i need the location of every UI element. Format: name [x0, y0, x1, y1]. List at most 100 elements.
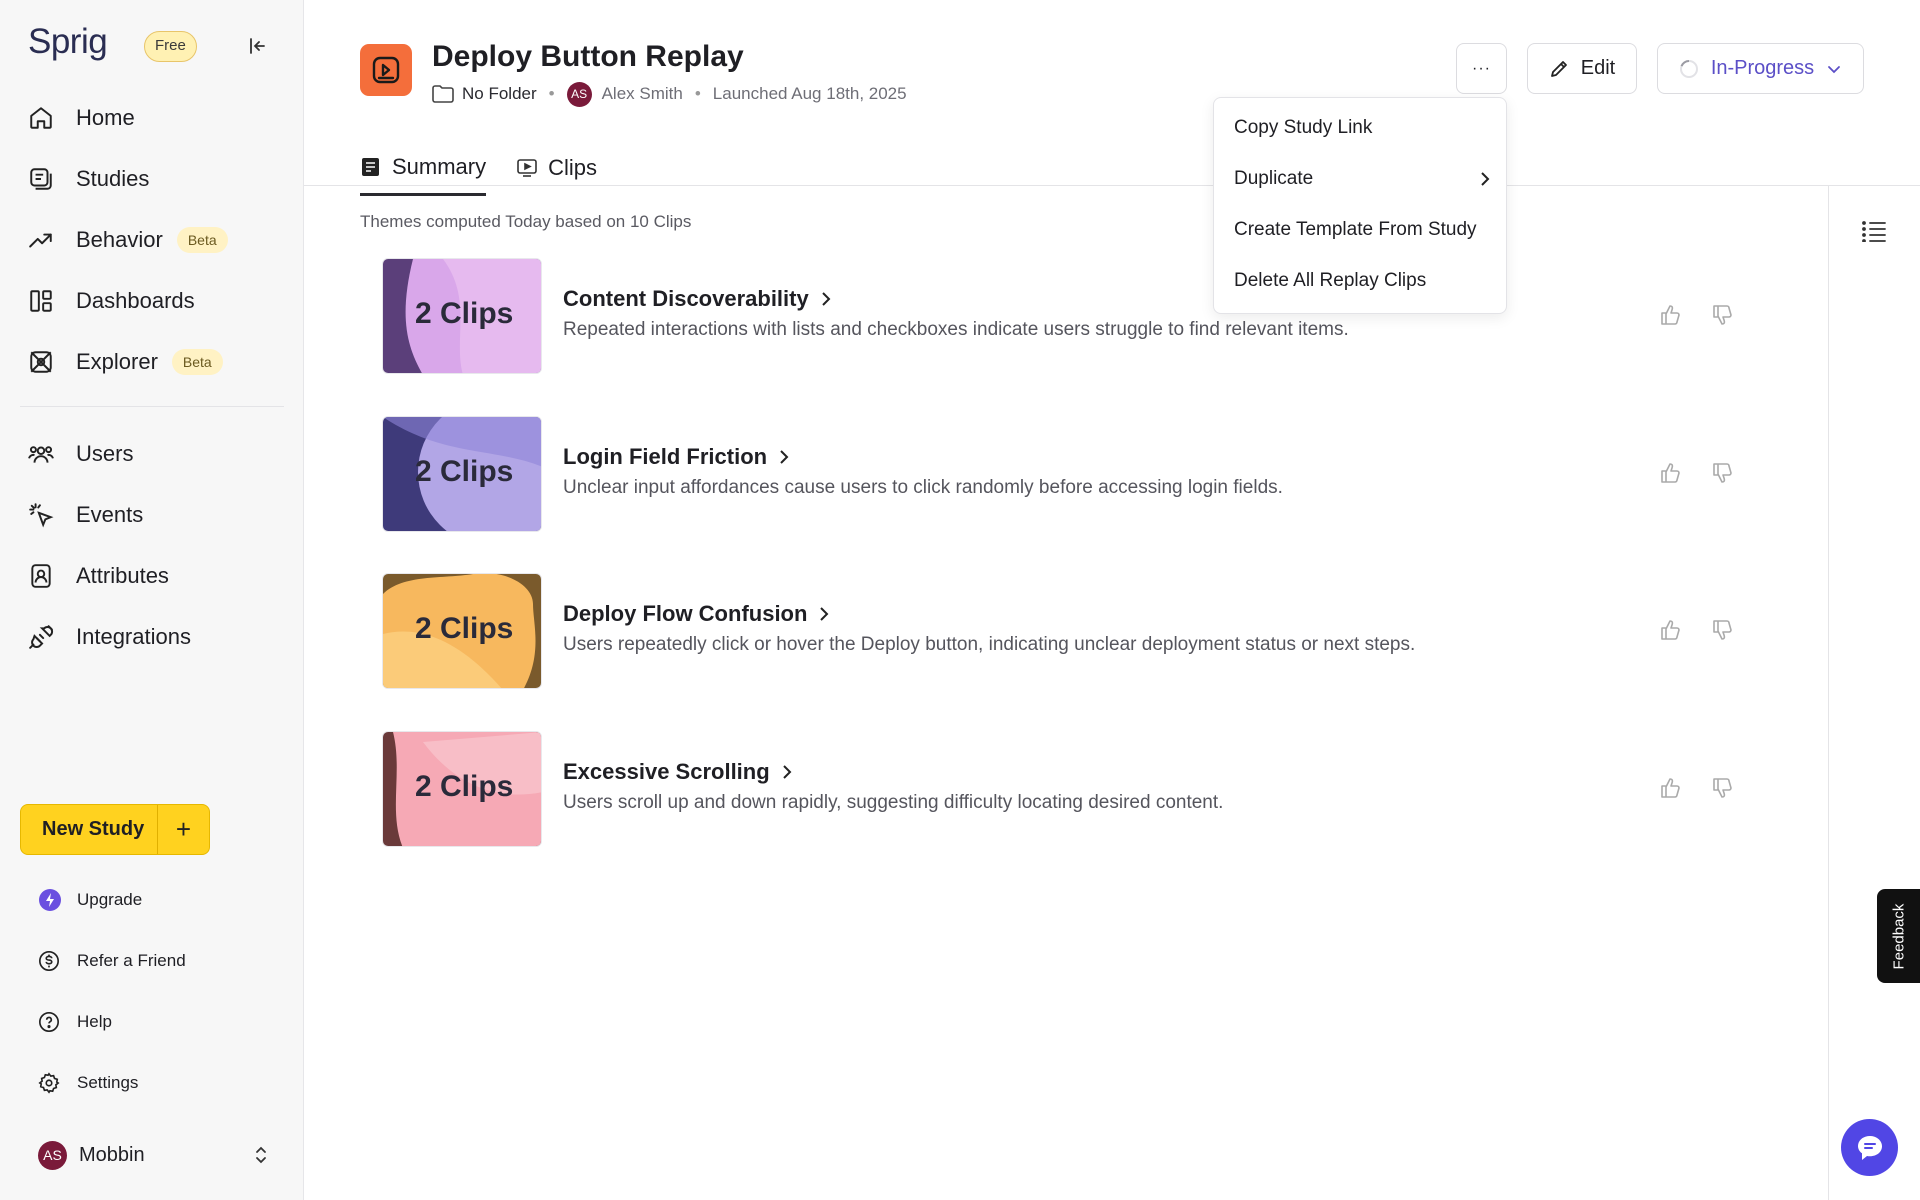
feedback-label: Feedback — [1890, 903, 1907, 969]
sidebar-item-label: Upgrade — [77, 890, 143, 909]
avatar: AS — [38, 1140, 67, 1170]
sidebar-item-settings[interactable]: Settings — [38, 1065, 138, 1101]
rating-controls — [1660, 462, 1734, 484]
clips-count: 2 Clips — [415, 455, 514, 488]
theme-card[interactable]: 2 Clips Content Discoverability Repeated… — [382, 258, 1762, 374]
replay-study-icon — [360, 44, 412, 96]
folder-link[interactable]: No Folder — [432, 84, 537, 104]
loading-spinner-icon — [1679, 59, 1699, 79]
clips-thumbnail[interactable]: 2 Clips — [382, 258, 542, 374]
theme-description: Users repeatedly click or hover the Depl… — [563, 634, 1416, 655]
sidebar-item-label: Users — [76, 441, 134, 466]
theme-title[interactable]: Login Field Friction — [563, 444, 789, 470]
list-outline-icon[interactable] — [1862, 220, 1886, 242]
sidebar-item-help[interactable]: Help — [38, 1004, 112, 1040]
menu-item-create-template[interactable]: Create Template From Study — [1234, 210, 1490, 250]
theme-card[interactable]: 2 Clips Excessive Scrolling Users scroll… — [382, 731, 1762, 847]
sidebar-item-label: Integrations — [76, 624, 191, 649]
account-name: Mobbin — [79, 1143, 145, 1166]
tab-bar: Summary Clips — [360, 140, 627, 196]
dollar-icon — [38, 950, 77, 972]
sidebar-item-label: Refer a Friend — [77, 951, 186, 970]
plan-badge: Free — [144, 31, 197, 62]
sidebar-item-label: Help — [77, 1012, 112, 1031]
sidebar-item-label: Studies — [76, 166, 150, 191]
sidebar: Sprig Free Home Studies Behavior Beta Da… — [0, 0, 304, 1200]
edit-button[interactable]: Edit — [1527, 43, 1637, 94]
chevron-right-icon — [1480, 171, 1490, 187]
chat-bubble-icon — [1857, 1135, 1882, 1160]
theme-title-text: Content Discoverability — [563, 286, 809, 311]
tab-label: Clips — [548, 155, 598, 180]
sprig-logo[interactable]: Sprig — [28, 22, 108, 62]
tab-clips[interactable]: Clips — [516, 140, 597, 196]
sidebar-item-users[interactable]: Users — [28, 430, 133, 478]
sidebar-item-label: Events — [76, 502, 144, 527]
chevron-right-icon — [820, 607, 829, 621]
sidebar-item-upgrade[interactable]: Upgrade — [38, 882, 142, 918]
sidebar-item-integrations[interactable]: Integrations — [28, 613, 191, 661]
chevron-right-icon — [782, 765, 792, 779]
sidebar-item-dashboards[interactable]: Dashboards — [28, 277, 195, 325]
gear-icon — [38, 1072, 77, 1094]
users-icon — [28, 441, 76, 467]
theme-title[interactable]: Content Discoverability — [563, 286, 831, 312]
thumbs-down-icon[interactable] — [1712, 462, 1734, 484]
sidebar-item-explorer[interactable]: Explorer Beta — [28, 338, 223, 386]
thumbs-up-icon[interactable] — [1660, 304, 1682, 326]
theme-description: Users scroll up and down rapidly, sugges… — [563, 792, 1224, 813]
more-options-menu: Copy Study Link Duplicate Create Templat… — [1213, 97, 1507, 314]
theme-card[interactable]: 2 Clips Deploy Flow Confusion Users repe… — [382, 573, 1762, 689]
video-play-icon — [516, 157, 538, 179]
new-study-button[interactable]: New Study + — [20, 804, 210, 855]
more-options-button[interactable]: ··· — [1456, 43, 1507, 94]
sidebar-item-label: Settings — [77, 1073, 139, 1092]
right-rail-divider — [1828, 186, 1829, 1200]
plus-icon[interactable]: + — [157, 805, 209, 854]
thumbs-down-icon[interactable] — [1712, 619, 1734, 641]
clips-thumbnail[interactable]: 2 Clips — [382, 731, 542, 847]
launch-date: Launched Aug 18th, 2025 — [712, 84, 907, 103]
theme-card[interactable]: 2 Clips Login Field Friction Unclear inp… — [382, 416, 1762, 532]
sidebar-item-behavior[interactable]: Behavior Beta — [28, 216, 228, 264]
chat-launcher[interactable] — [1841, 1119, 1898, 1176]
sidebar-item-home[interactable]: Home — [28, 94, 135, 142]
chevron-up-down-icon — [252, 1145, 270, 1165]
collapse-sidebar-icon[interactable] — [244, 32, 272, 60]
studies-icon — [28, 166, 76, 192]
home-icon — [28, 105, 76, 131]
thumbs-up-icon[interactable] — [1660, 777, 1682, 799]
theme-description: Unclear input affordances cause users to… — [563, 477, 1283, 498]
feedback-tab[interactable]: Feedback — [1877, 889, 1920, 983]
thumbs-down-icon[interactable] — [1712, 304, 1734, 326]
clips-thumbnail[interactable]: 2 Clips — [382, 416, 542, 532]
sidebar-item-events[interactable]: Events — [28, 491, 143, 539]
sidebar-item-refer[interactable]: Refer a Friend — [38, 943, 186, 979]
sidebar-item-studies[interactable]: Studies — [28, 155, 149, 203]
new-study-label: New Study — [42, 818, 145, 840]
sidebar-item-label: Home — [76, 105, 135, 130]
theme-title[interactable]: Deploy Flow Confusion — [563, 601, 829, 627]
sidebar-item-label: Explorer — [76, 349, 158, 374]
beta-badge: Beta — [171, 349, 223, 375]
theme-description: Repeated interactions with lists and che… — [563, 319, 1349, 340]
menu-item-copy-link[interactable]: Copy Study Link — [1234, 108, 1490, 148]
upgrade-icon — [38, 888, 77, 912]
thumbs-up-icon[interactable] — [1660, 462, 1682, 484]
thumbs-up-icon[interactable] — [1660, 619, 1682, 641]
sidebar-item-attributes[interactable]: Attributes — [28, 552, 169, 600]
status-dropdown[interactable]: In-Progress — [1657, 43, 1864, 94]
menu-item-delete-clips[interactable]: Delete All Replay Clips — [1234, 261, 1490, 301]
thumbs-down-icon[interactable] — [1712, 777, 1734, 799]
account-switcher[interactable]: AS Mobbin — [38, 1138, 270, 1172]
app-root: Sprig Free Home Studies Behavior Beta Da… — [0, 0, 1920, 1200]
menu-item-label: Delete All Replay Clips — [1234, 270, 1427, 291]
rating-controls — [1660, 777, 1734, 799]
clips-thumbnail[interactable]: 2 Clips — [382, 573, 542, 689]
theme-title[interactable]: Excessive Scrolling — [563, 759, 792, 785]
tab-summary[interactable]: Summary — [360, 140, 487, 196]
cursor-click-icon — [28, 502, 76, 528]
help-icon — [38, 1011, 77, 1033]
tab-label: Summary — [392, 153, 487, 179]
menu-item-duplicate[interactable]: Duplicate — [1234, 159, 1490, 199]
